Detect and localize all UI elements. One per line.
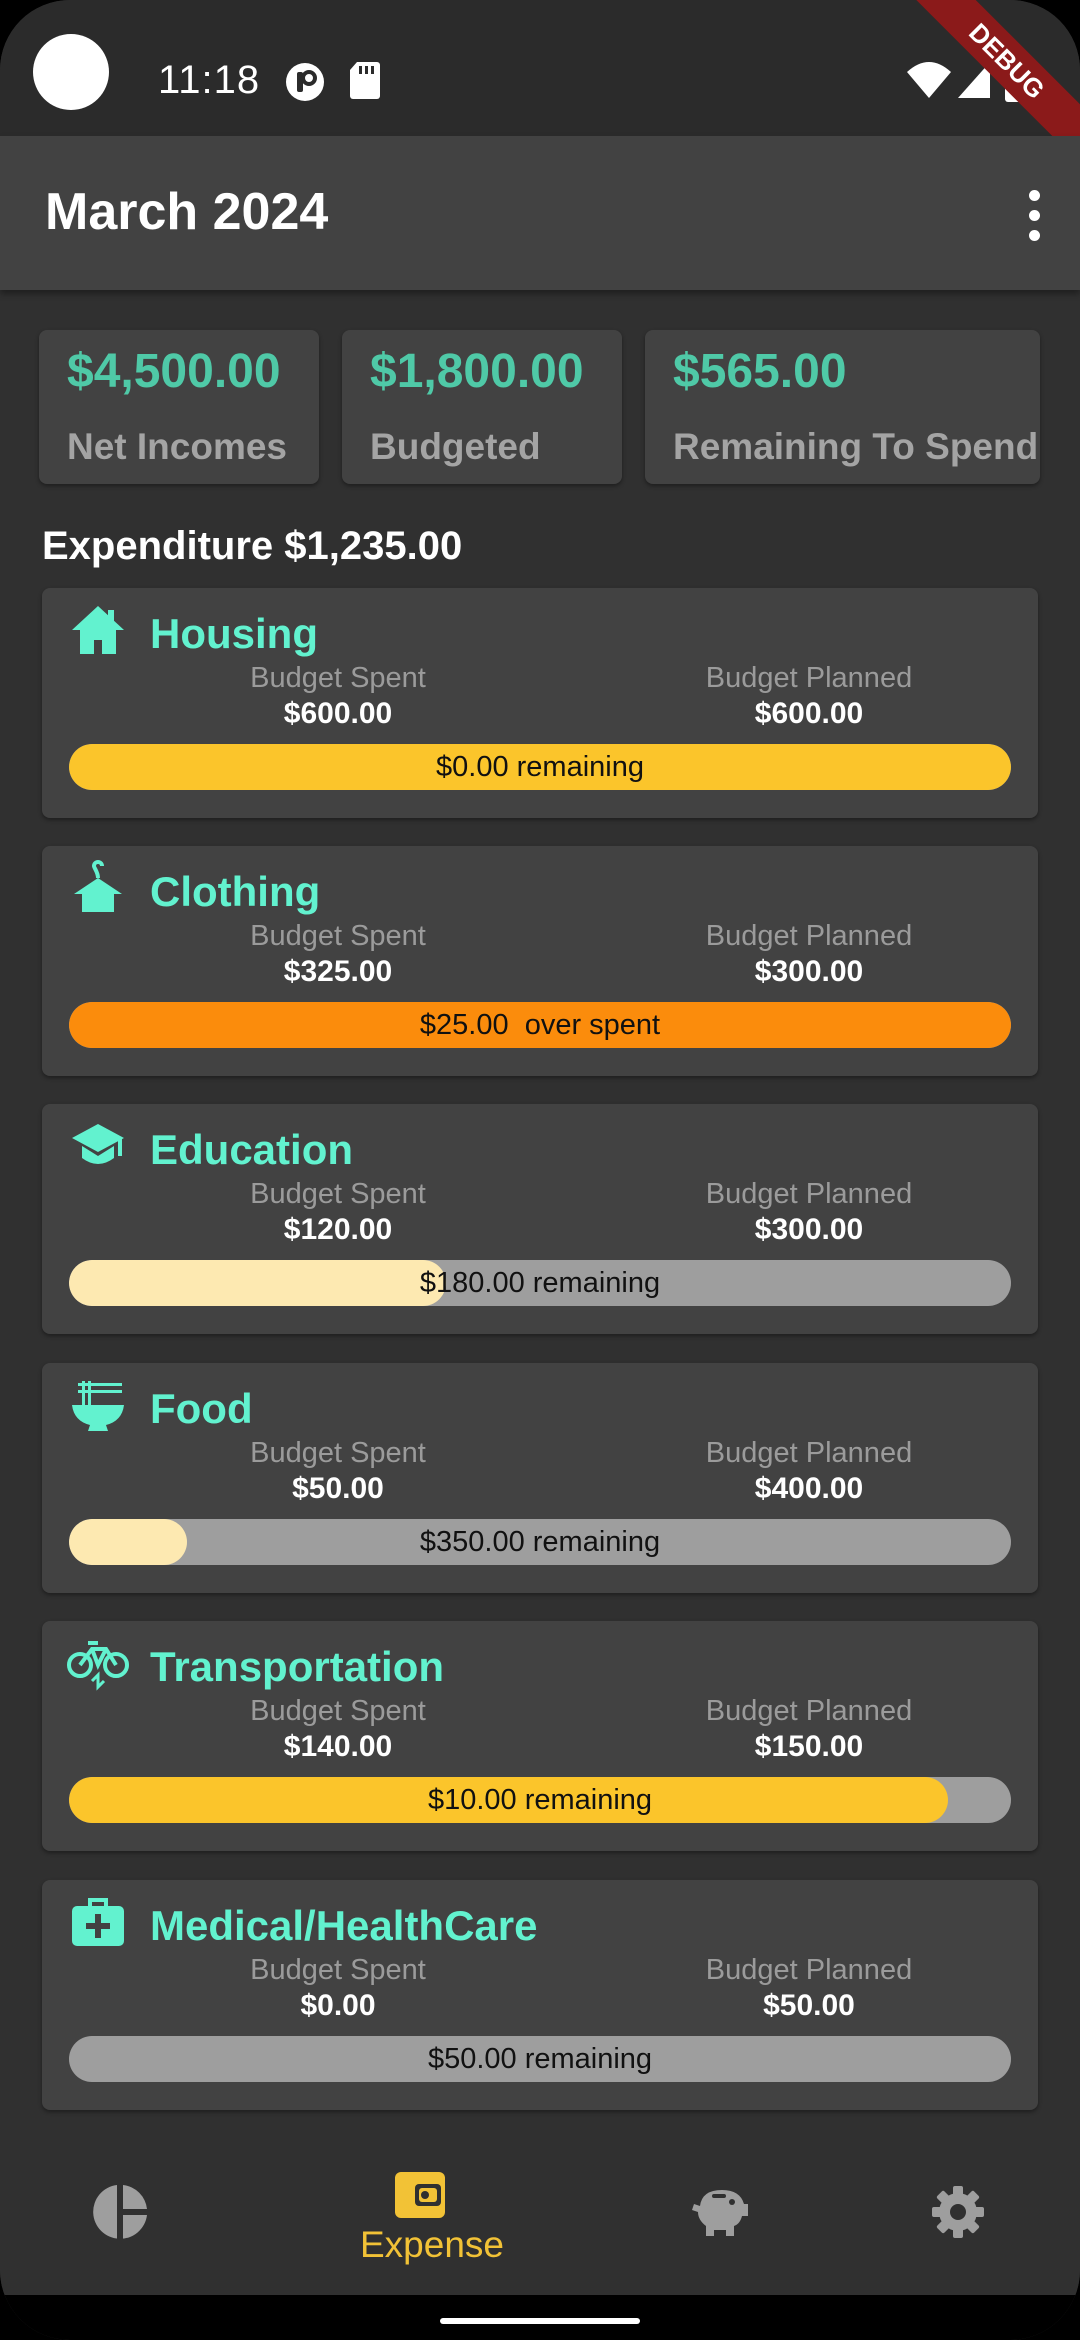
more-options-icon[interactable] xyxy=(1024,190,1044,250)
category-name: Food xyxy=(150,1385,253,1432)
category-name: Medical/HealthCare xyxy=(150,1902,538,1949)
summary-label: Budgeted xyxy=(370,426,541,467)
piggy-bank-icon xyxy=(692,2190,748,2236)
budget-spent: Budget Spent $0.00 xyxy=(138,1952,538,2024)
budget-spent-value: $120.00 xyxy=(283,1213,393,1246)
category-card-education[interactable]: Education Budget Spent $120.00 Budget Pl… xyxy=(42,1104,1038,1334)
category-name: Clothing xyxy=(150,868,321,915)
hanger-icon xyxy=(74,860,122,912)
progress-text: $10.00 remaining xyxy=(427,1784,653,1816)
budget-progress-bar: $180.00 remaining xyxy=(69,1260,1011,1306)
nav-item-expense[interactable]: Expense xyxy=(360,2172,504,2282)
page-title: March 2024 xyxy=(45,183,329,241)
budget-spent-label: Budget Spent xyxy=(250,662,426,694)
status-bar: 11:18 DEBUG xyxy=(0,0,1080,165)
budget-planned-value: $400.00 xyxy=(754,1472,864,1505)
budget-spent: Budget Spent $600.00 xyxy=(138,660,538,732)
category-card-clothing[interactable]: Clothing Budget Spent $325.00 Budget Pla… xyxy=(42,846,1038,1076)
graduation-cap-icon xyxy=(72,1124,124,1164)
bottom-navigation: Expense xyxy=(0,2148,1080,2295)
camera-cutout xyxy=(33,34,109,110)
budget-planned: Budget Planned $600.00 xyxy=(609,660,1009,732)
summary-amount: $565.00 xyxy=(673,345,847,398)
category-card-housing[interactable]: Housing Budget Spent $600.00 Budget Plan… xyxy=(42,588,1038,818)
progress-text: $180.00 remaining xyxy=(419,1267,661,1299)
budget-progress-bar: $0.00 remaining xyxy=(69,744,1011,790)
budget-spent-value: $600.00 xyxy=(283,697,393,730)
budget-spent-value: $50.00 xyxy=(292,1472,384,1505)
expenditure-heading: Expenditure $1,235.00 xyxy=(42,524,463,568)
app-screen: 11:18 DEBUG March 2024 $4,500.00 Net Inc… xyxy=(0,0,1080,2340)
summary-card-budgeted: $1,800.00 Budgeted xyxy=(342,330,622,484)
budget-spent: Budget Spent $50.00 xyxy=(138,1435,538,1507)
budget-planned-value: $300.00 xyxy=(754,1213,864,1246)
pie-chart-icon xyxy=(93,2182,150,2242)
summary-label: Remaining To Spend xyxy=(673,426,1039,467)
medical-kit-icon xyxy=(72,1898,124,1946)
budget-planned-label: Budget Planned xyxy=(705,920,913,952)
budget-planned: Budget Planned $50.00 xyxy=(609,1952,1009,2024)
progress-text: $350.00 remaining xyxy=(419,1526,661,1558)
budget-progress-bar: $10.00 remaining xyxy=(69,1777,1011,1823)
budget-planned: Budget Planned $300.00 xyxy=(609,918,1009,990)
budget-planned-value: $600.00 xyxy=(754,697,864,730)
budget-spent-label: Budget Spent xyxy=(250,1437,426,1469)
category-card-transportation[interactable]: Transportation Budget Spent $140.00 Budg… xyxy=(42,1621,1038,1851)
budget-spent-label: Budget Spent xyxy=(250,1695,426,1727)
progress-text: $0.00 remaining xyxy=(436,751,644,783)
budget-planned-label: Budget Planned xyxy=(705,662,913,694)
gear-icon xyxy=(932,2186,984,2238)
budget-planned: Budget Planned $400.00 xyxy=(609,1435,1009,1507)
budget-planned: Budget Planned $300.00 xyxy=(609,1176,1009,1248)
home-indicator[interactable] xyxy=(440,2318,640,2324)
summary-card-remaining: $565.00 Remaining To Spend xyxy=(645,330,1040,484)
budget-planned-value: $150.00 xyxy=(754,1730,864,1763)
budget-spent-label: Budget Spent xyxy=(250,1954,426,1986)
summary-amount: $4,500.00 xyxy=(67,345,281,398)
nav-item-settings[interactable] xyxy=(900,2172,1020,2282)
budget-progress-bar: $50.00 remaining xyxy=(69,2036,1011,2082)
nav-item-savings[interactable] xyxy=(660,2172,780,2282)
category-card-medical[interactable]: Medical/HealthCare Budget Spent $0.00 Bu… xyxy=(42,1880,1038,2110)
sd-card-icon xyxy=(350,62,380,99)
gesture-bar xyxy=(0,2295,1080,2340)
summary-label: Net Incomes xyxy=(67,426,288,467)
nav-label-expense: Expense xyxy=(360,2224,504,2265)
budget-planned-label: Budget Planned xyxy=(705,1695,913,1727)
budget-spent: Budget Spent $120.00 xyxy=(138,1176,538,1248)
bicycle-icon xyxy=(67,1641,129,1691)
category-name: Education xyxy=(150,1126,354,1173)
house-icon xyxy=(72,606,124,654)
budget-planned-value: $300.00 xyxy=(754,955,864,988)
budget-planned: Budget Planned $150.00 xyxy=(609,1693,1009,1765)
budget-spent-label: Budget Spent xyxy=(250,1178,426,1210)
nav-item-overview[interactable] xyxy=(60,2172,180,2282)
budget-planned-label: Budget Planned xyxy=(705,1437,913,1469)
budget-progress-bar: $25.00 over spent xyxy=(69,1002,1011,1048)
budget-planned-value: $50.00 xyxy=(763,1989,855,2022)
status-time: 11:18 xyxy=(158,58,261,102)
wallet-icon xyxy=(395,2172,445,2218)
budget-planned-label: Budget Planned xyxy=(705,1954,913,1986)
category-card-food[interactable]: Food Budget Spent $50.00 Budget Planned … xyxy=(42,1363,1038,1593)
budget-spent-value: $325.00 xyxy=(283,955,393,988)
budget-planned-label: Budget Planned xyxy=(705,1178,913,1210)
budget-spent-value: $140.00 xyxy=(283,1730,393,1763)
summary-amount: $1,800.00 xyxy=(370,345,584,398)
category-name: Housing xyxy=(150,610,318,657)
app-bar: March 2024 xyxy=(0,136,1080,290)
progress-text: $50.00 remaining xyxy=(427,2043,653,2075)
summary-card-net-incomes: $4,500.00 Net Incomes xyxy=(39,330,319,484)
budget-spent-value: $0.00 xyxy=(300,1989,376,2022)
wifi-icon xyxy=(907,62,951,98)
noodle-bowl-icon xyxy=(72,1381,124,1431)
progress-text: $25.00 over spent xyxy=(419,1009,661,1041)
app-notification-icon xyxy=(286,63,324,101)
budget-progress-bar: $350.00 remaining xyxy=(69,1519,1011,1565)
category-name: Transportation xyxy=(150,1643,445,1690)
budget-spent-label: Budget Spent xyxy=(250,920,426,952)
budget-spent: Budget Spent $325.00 xyxy=(138,918,538,990)
budget-spent: Budget Spent $140.00 xyxy=(138,1693,538,1765)
